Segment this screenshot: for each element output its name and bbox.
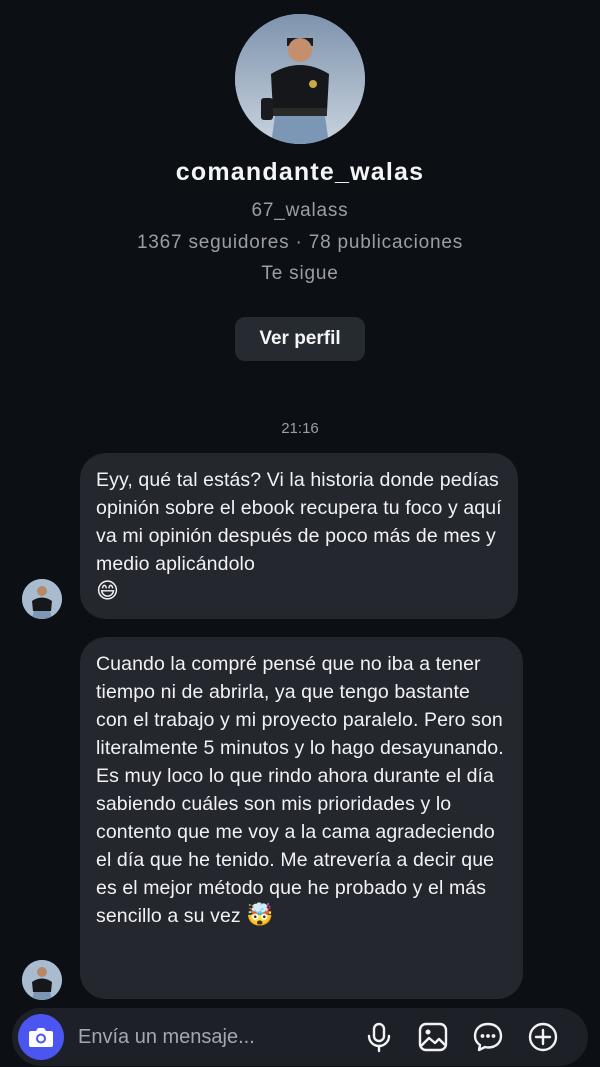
sticker-icon[interactable] xyxy=(472,1021,504,1053)
message-input[interactable] xyxy=(78,1022,348,1052)
camera-icon xyxy=(29,1028,53,1047)
view-profile-button[interactable]: Ver perfil xyxy=(235,317,365,361)
follows-you-label: Te sigue xyxy=(261,263,339,284)
sender-avatar[interactable] xyxy=(22,960,62,1000)
profile-photo xyxy=(235,14,365,144)
add-icon[interactable] xyxy=(527,1021,559,1053)
profile-avatar[interactable] xyxy=(235,14,365,144)
sender-photo xyxy=(22,579,62,619)
camera-button[interactable] xyxy=(18,1014,64,1060)
message-timestamp: 21:16 xyxy=(281,420,319,437)
exploding-head-emoji: 🤯 xyxy=(246,903,274,928)
profile-username: comandante_walas xyxy=(175,158,425,186)
message-bubble[interactable]: Eyy, qué tal estás? Vi la historia donde… xyxy=(80,453,518,619)
grinning-emoji: 😄 xyxy=(96,579,120,604)
message-bubble[interactable]: Cuando la compré pensé que no iba a tene… xyxy=(80,637,523,999)
microphone-icon[interactable] xyxy=(363,1021,395,1053)
sender-avatar[interactable] xyxy=(22,579,62,619)
gallery-icon[interactable] xyxy=(417,1021,449,1053)
profile-stats: 1367 seguidores · 78 publicaciones xyxy=(136,232,464,253)
message-text: Eyy, qué tal estás? Vi la historia donde… xyxy=(96,469,502,575)
message-composer xyxy=(12,1008,588,1066)
sender-photo xyxy=(22,960,62,1000)
message-text: Cuando la compré pensé que no iba a tene… xyxy=(96,653,504,927)
profile-handle: 67_walass xyxy=(251,200,349,221)
